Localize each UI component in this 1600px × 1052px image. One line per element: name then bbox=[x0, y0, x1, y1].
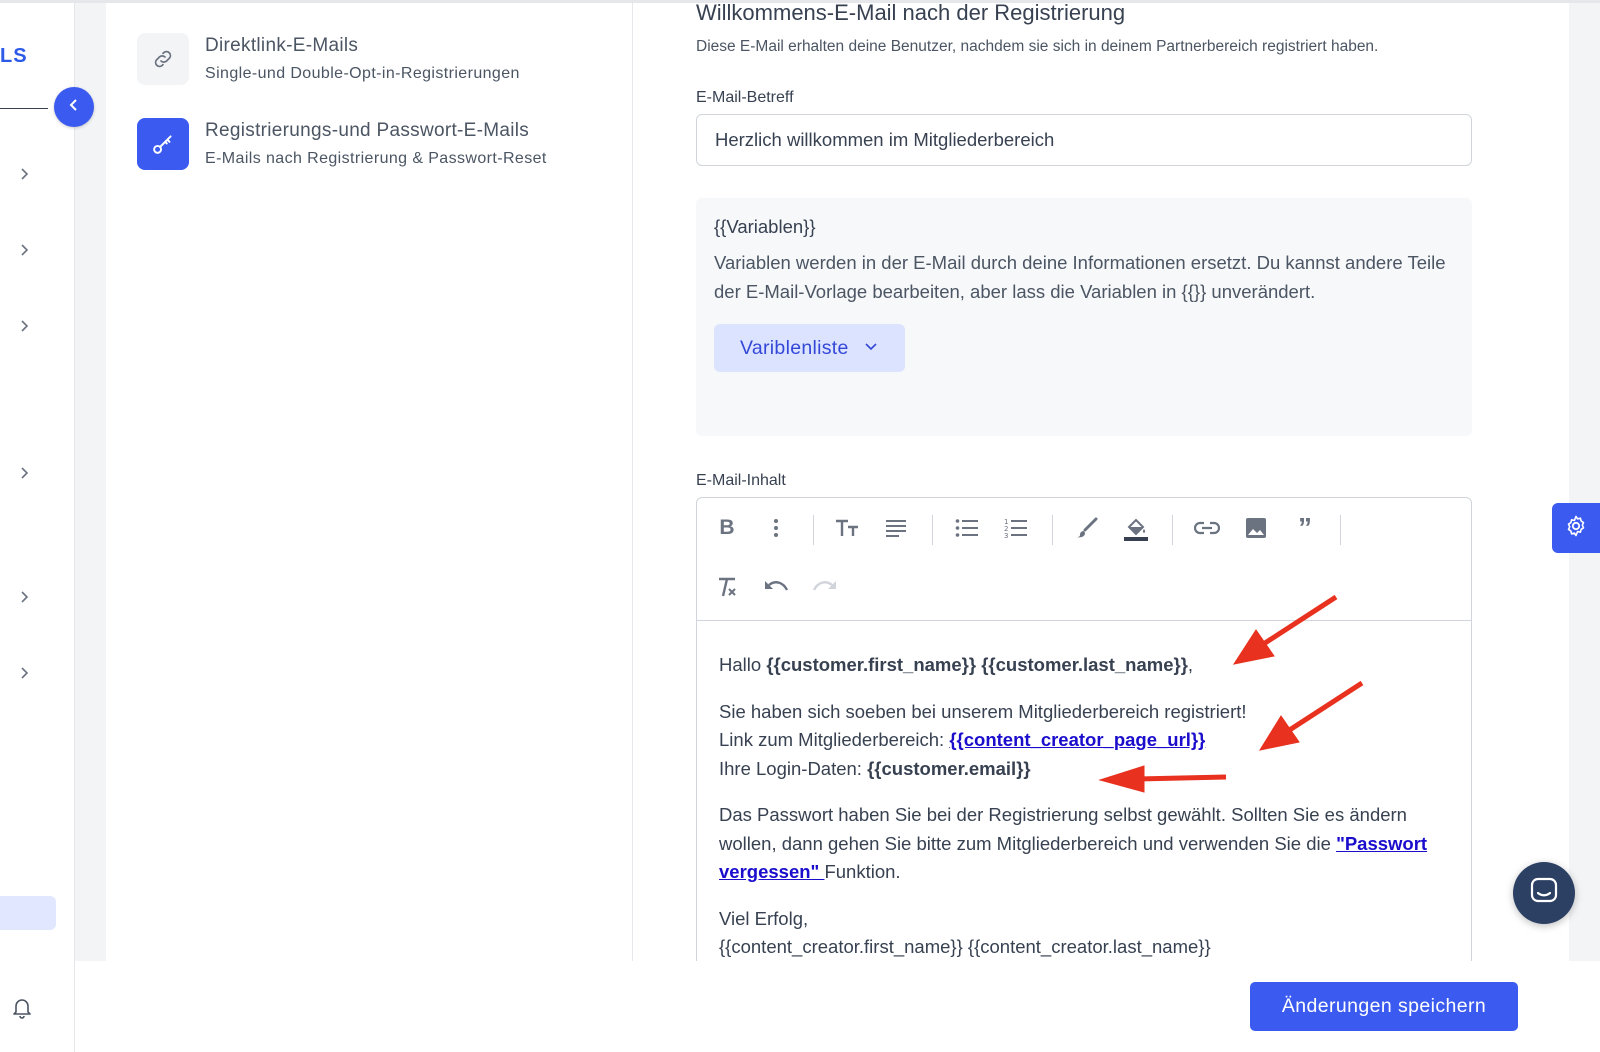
nav-item-subtitle: E-Mails nach Registrierung & Passwort-Re… bbox=[205, 150, 547, 167]
brush-icon[interactable] bbox=[1071, 512, 1103, 544]
variables-description: Variablen werden in der E-Mail durch dei… bbox=[714, 252, 1446, 302]
variables-info-box: {{Variablen}} Variablen werden in der E-… bbox=[696, 198, 1472, 436]
subject-input[interactable] bbox=[696, 114, 1472, 166]
email-content-editor[interactable]: B 123 ” Hallo {{customer.first_name}} {{… bbox=[696, 497, 1472, 977]
undo-icon[interactable] bbox=[760, 571, 792, 603]
brand-underline bbox=[0, 108, 48, 109]
toolbar-separator bbox=[1172, 515, 1173, 545]
bold-icon[interactable]: B bbox=[711, 512, 743, 544]
variable-list-label: Variblenliste bbox=[740, 336, 849, 359]
registration-line: Sie haben sich soeben bei unserem Mitgli… bbox=[719, 700, 1247, 722]
editor-toolbar: B 123 ” bbox=[697, 498, 1471, 621]
editor-content[interactable]: Hallo {{customer.first_name}} {{customer… bbox=[697, 621, 1471, 976]
subject-label: E-Mail-Betreff bbox=[696, 89, 794, 106]
section-description: Diese E-Mail erhalten deine Benutzer, na… bbox=[696, 38, 1379, 55]
content-label: E-Mail-Inhalt bbox=[696, 472, 786, 489]
password-paragraph: Das Passwort haben Sie bei der Registrie… bbox=[719, 804, 1428, 882]
link-icon[interactable] bbox=[1191, 512, 1223, 544]
chevron-down-icon bbox=[863, 337, 879, 360]
login-data-prefix: Ihre Login-Daten: bbox=[719, 757, 868, 779]
numbered-list-icon[interactable]: 123 bbox=[1000, 512, 1032, 544]
signature-line: {{content_creator.first_name}} {{content… bbox=[719, 936, 1211, 957]
chat-widget-button[interactable] bbox=[1513, 862, 1575, 924]
chevron-right-icon[interactable] bbox=[16, 318, 32, 334]
closing-paragraph: Viel Erfolg, {{content_creator.first_nam… bbox=[719, 905, 1449, 962]
toolbar-separator bbox=[1052, 515, 1053, 545]
align-icon[interactable] bbox=[880, 512, 912, 544]
variable-list-dropdown[interactable]: Variblenliste bbox=[714, 324, 905, 372]
variables-title: {{Variablen}} bbox=[714, 216, 816, 237]
greeting-line: Hallo {{customer.first_name}} {{customer… bbox=[719, 654, 1194, 675]
more-vertical-icon[interactable] bbox=[760, 512, 792, 544]
toolbar-separator bbox=[932, 515, 933, 545]
chevron-right-icon[interactable] bbox=[16, 589, 32, 605]
link-icon bbox=[137, 33, 189, 85]
nav-item-title: Direktlink-E-Mails bbox=[205, 35, 359, 56]
collapse-sidebar-button[interactable] bbox=[54, 87, 94, 127]
chevron-right-icon[interactable] bbox=[16, 242, 32, 258]
chevron-left-icon bbox=[66, 97, 82, 118]
chevron-right-icon[interactable] bbox=[16, 465, 32, 481]
page-url-link[interactable]: {{content_creator_page_url}} bbox=[949, 729, 1205, 750]
info-paragraph: Sie haben sich soeben bei unserem Mitgli… bbox=[719, 698, 1449, 784]
section-title: Willkommens-E-Mail nach der Registrierun… bbox=[696, 0, 1126, 25]
toolbar-separator bbox=[813, 515, 814, 545]
panel-divider bbox=[632, 3, 633, 961]
text-size-icon[interactable] bbox=[831, 512, 863, 544]
bullet-list-icon[interactable] bbox=[951, 512, 983, 544]
nav-item-registration-password-emails[interactable]: Registrierungs-und Passwort-E-Mails E-Ma… bbox=[137, 118, 547, 170]
nav-item-direktlink-emails[interactable]: Direktlink-E-Mails Single-und Double-Opt… bbox=[137, 33, 520, 85]
chevron-right-icon[interactable] bbox=[16, 166, 32, 182]
toolbar-separator bbox=[1340, 515, 1341, 545]
sidebar: LS bbox=[0, 3, 75, 1052]
key-icon bbox=[137, 118, 189, 170]
gear-icon bbox=[1564, 514, 1588, 543]
greeting-variables: {{customer.first_name}} {{customer.last_… bbox=[766, 654, 1188, 675]
chevron-right-icon[interactable] bbox=[16, 665, 32, 681]
save-changes-button[interactable]: Änderungen speichern bbox=[1250, 982, 1518, 1031]
sidebar-active-item[interactable] bbox=[0, 896, 56, 930]
svg-text:3: 3 bbox=[1004, 532, 1008, 539]
image-icon[interactable] bbox=[1240, 512, 1272, 544]
clear-format-icon[interactable] bbox=[711, 571, 743, 603]
nav-item-title: Registrierungs-und Passwort-E-Mails bbox=[205, 120, 530, 141]
page-link-prefix: Link zum Mitgliederbereich: bbox=[719, 729, 950, 750]
closing-line: Viel Erfolg, bbox=[719, 907, 809, 929]
bell-icon[interactable] bbox=[10, 995, 34, 1019]
brand-logo: LS bbox=[0, 45, 28, 67]
nav-item-subtitle: Single-und Double-Opt-in-Registrierungen bbox=[205, 65, 520, 82]
fill-color-icon[interactable] bbox=[1120, 512, 1152, 544]
quote-icon[interactable]: ” bbox=[1289, 512, 1321, 544]
chat-icon bbox=[1530, 877, 1558, 910]
redo-icon[interactable] bbox=[809, 571, 841, 603]
login-email-variable: {{customer.email}} bbox=[867, 757, 1031, 779]
settings-tab[interactable] bbox=[1552, 503, 1600, 553]
